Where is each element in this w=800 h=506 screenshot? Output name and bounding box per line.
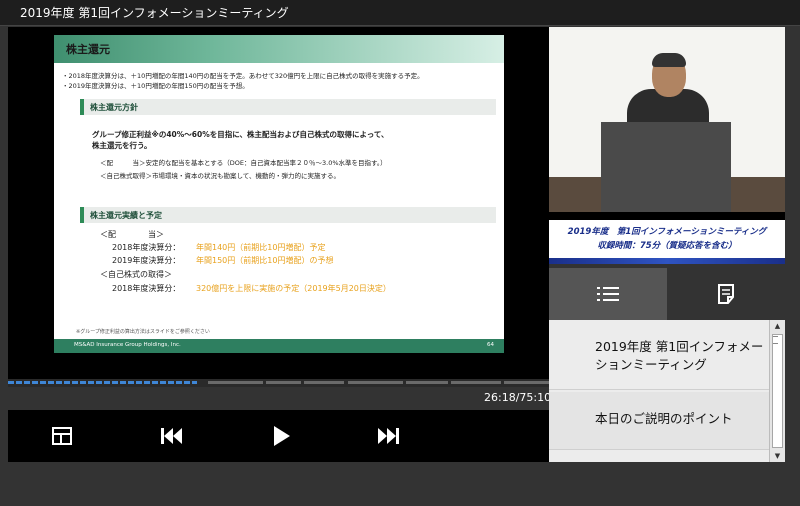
chapter-item[interactable]: 本日のご説明のポイント xyxy=(549,392,769,450)
policy-row: ＜自己株式取得＞市場環境・資本の状況も勘案して、機動的・弾力的に実施する。 xyxy=(100,172,340,180)
progress-segment xyxy=(348,381,403,384)
progress-segment xyxy=(504,381,549,384)
video-caption-banner: 2019年度 第1回インフォメーションミーティング 収録時間：75分（質疑応答を… xyxy=(549,212,785,264)
progress-bar[interactable] xyxy=(8,379,549,387)
slide-viewer: 株主還元 ・2018年度決算分は、＋10円増配の年間140円の配当を予定。あわせ… xyxy=(8,27,549,379)
progress-segment xyxy=(266,381,301,384)
slide-footnote: ※グループ修正利益の算出方法はスライドをご参照ください xyxy=(76,329,210,335)
slide-footer: MS&AD Insurance Group Holdings, Inc. 64 xyxy=(54,339,504,353)
progress-segment xyxy=(208,381,263,384)
policy-row: ＜配 当＞安定的な配当を基本とする（DOE：自己資本配当率２０％～3.0%水準を… xyxy=(100,159,387,167)
chapter-list: 2019年度 第1回インフォメー ションミーティング 本日のご説明のポイント xyxy=(549,320,769,462)
dividend-label: ＜配 当＞ xyxy=(100,230,164,239)
scroll-thumb[interactable] xyxy=(772,334,783,448)
buyback-value: 320億円を上限に実施の予定（2019年5月20日決定） xyxy=(196,284,391,293)
progress-played xyxy=(8,381,197,384)
buyback-label: ＜自己株式の取得＞ xyxy=(100,270,172,279)
buyback-year: 2018年度決算分： xyxy=(112,284,181,293)
slide-bullet: ・2019年度決算分は、＋10円増配の年間150円の配当を予想。 xyxy=(62,82,249,90)
skip-next-icon xyxy=(378,428,399,444)
dividend-2019-label: 2019年度決算分： xyxy=(112,256,181,265)
slide-title: 株主還元 xyxy=(66,43,110,56)
window-title: 2019年度 第1回インフォメーションミーティング xyxy=(20,6,289,20)
layout-icon xyxy=(52,427,72,445)
slide-header: 株主還元 xyxy=(54,35,504,63)
dividend-2018-label: 2018年度決算分： xyxy=(112,243,181,252)
play-icon xyxy=(274,426,290,446)
layout-button[interactable] xyxy=(48,422,76,450)
page-number: 64 xyxy=(487,342,494,348)
play-button[interactable] xyxy=(268,422,296,450)
progress-segment xyxy=(451,381,501,384)
footer-company: MS&AD Insurance Group Holdings, Inc. xyxy=(74,342,181,348)
section-heading-policy: 株主還元方針 xyxy=(80,99,496,115)
previous-button[interactable] xyxy=(158,422,186,450)
policy-lead: 株主還元を行う。 xyxy=(92,141,152,150)
scroll-up-icon[interactable]: ▲ xyxy=(770,320,785,332)
dividend-2018-value: 年間140円（前期比10円増配）予定 xyxy=(196,243,326,252)
slide: 株主還元 ・2018年度決算分は、＋10円増配の年間140円の配当を予定。あわせ… xyxy=(54,35,504,353)
section-heading-results: 株主還元実績と予定 xyxy=(80,207,496,223)
scroll-down-icon[interactable]: ▼ xyxy=(770,450,785,462)
player-window: 2019年度 第1回インフォメーションミーティング 株主還元 ・2018年度決算… xyxy=(0,0,800,506)
chapter-item[interactable]: 2019年度 第1回インフォメー ションミーティング xyxy=(549,320,769,390)
next-button[interactable] xyxy=(374,422,402,450)
time-readout: 26:18/75:10 xyxy=(484,391,552,404)
title-bar: 2019年度 第1回インフォメーションミーティング xyxy=(0,0,800,26)
speaker-video[interactable] xyxy=(549,27,785,212)
side-tabs xyxy=(549,268,785,320)
control-bar xyxy=(8,410,549,462)
progress-segment xyxy=(304,381,344,384)
banner-title: 2019年度 第1回インフォメーションミーティング xyxy=(567,227,767,237)
chapter-list-scrollbar[interactable]: ▲ ▼ xyxy=(769,320,785,462)
document-icon xyxy=(718,284,734,304)
list-icon xyxy=(597,287,619,301)
dividend-2019-value: 年間150円（前期比10円増配）の予想 xyxy=(196,256,334,265)
tab-documents[interactable] xyxy=(667,268,785,320)
tab-chapters[interactable] xyxy=(549,268,667,320)
skip-previous-icon xyxy=(161,428,182,444)
policy-lead: グループ修正利益※の40%～60%を目指に、株主配当および自己株式の取得によって… xyxy=(92,130,389,139)
progress-segment xyxy=(406,381,448,384)
slide-bullet: ・2018年度決算分は、＋10円増配の年間140円の配当を予定。あわせて320億… xyxy=(62,72,424,80)
podium xyxy=(601,122,731,212)
banner-duration: 収録時間：75分（質疑応答を含む） xyxy=(597,241,737,251)
